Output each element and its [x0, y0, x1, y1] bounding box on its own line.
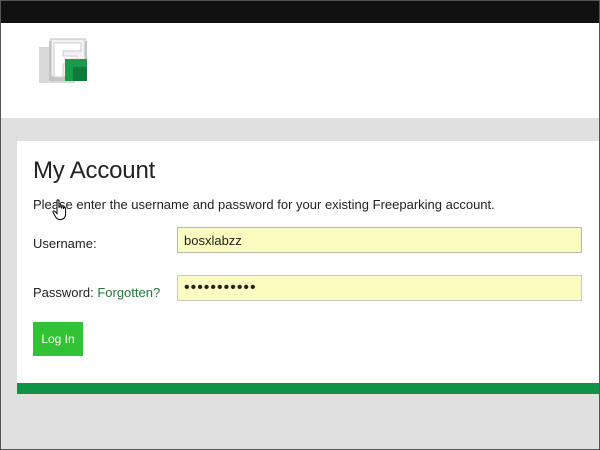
username-field[interactable]	[177, 227, 582, 253]
page-title: My Account	[33, 157, 156, 184]
password-label: Password: Forgotten?	[33, 285, 160, 300]
password-field[interactable]	[177, 275, 582, 301]
forgotten-password-link[interactable]: Forgotten?	[97, 285, 160, 300]
username-label: Username:	[33, 236, 97, 251]
browser-frame: My Account Please enter the username and…	[0, 0, 600, 450]
account-card: My Account Please enter the username and…	[17, 141, 599, 383]
password-label-text: Password:	[33, 285, 94, 300]
footer-accent-bar	[17, 383, 599, 394]
hand-pointer-icon	[52, 199, 67, 220]
username-label-text: Username:	[33, 236, 97, 251]
top-bar	[1, 1, 599, 23]
login-button[interactable]: Log In	[33, 322, 83, 356]
freeparking-logo-icon[interactable]	[37, 37, 89, 87]
site-header	[1, 23, 599, 118]
intro-text: Please enter the username and password f…	[33, 197, 495, 212]
